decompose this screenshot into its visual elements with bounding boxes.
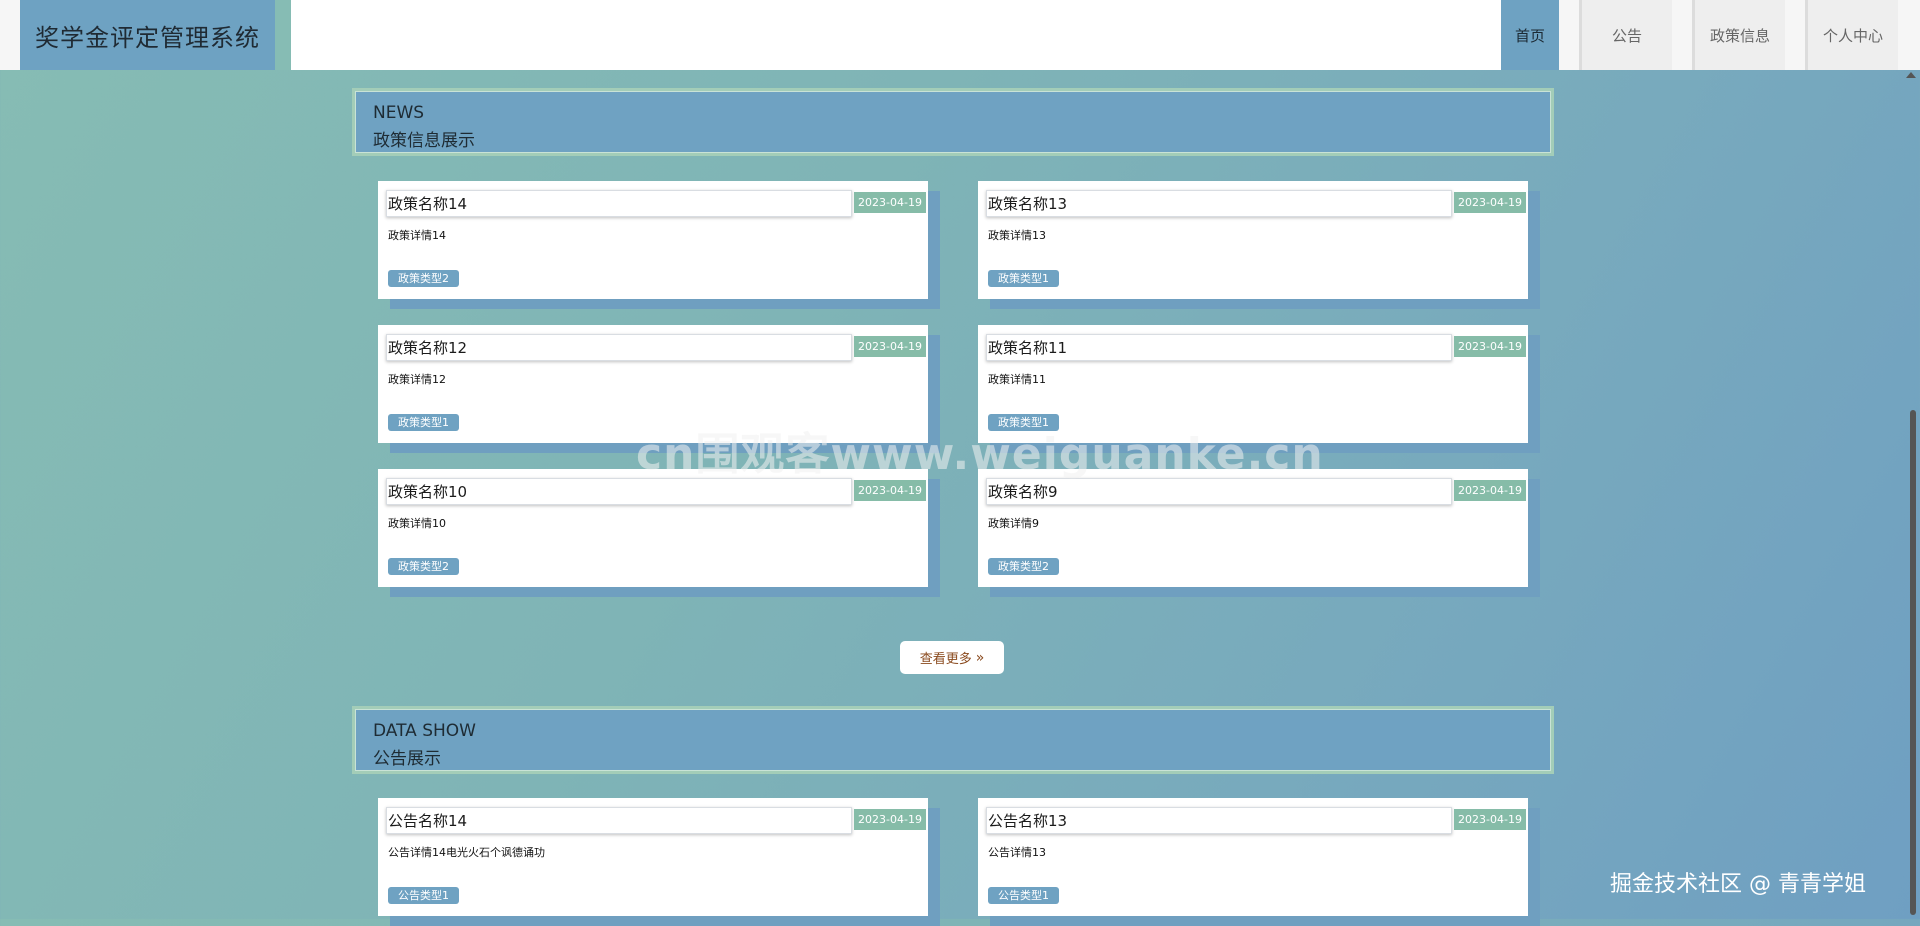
card-detail: 政策详情9: [988, 517, 1039, 530]
main-nav: 首页 公告 政策信息 个人中心: [1501, 0, 1898, 70]
card-title[interactable]: 政策名称10: [386, 478, 852, 505]
news-section-header: NEWS 政策信息展示: [352, 88, 1554, 156]
nav-policy[interactable]: 政策信息: [1692, 0, 1785, 70]
footer-watermark: 掘金技术社区 @ 青青学姐: [1610, 872, 1866, 897]
type-tag: 政策类型2: [388, 558, 459, 575]
type-tag: 政策类型1: [388, 414, 459, 431]
app-title: 奖学金评定管理系统: [20, 0, 275, 70]
type-tag: 政策类型2: [388, 270, 459, 287]
news-section-en-title: NEWS: [373, 103, 425, 123]
view-more-button[interactable]: 查看更多 »: [900, 641, 1004, 674]
watermark-text: cn围观客www.weiguanke.cn: [636, 429, 1324, 480]
nav-personal-center[interactable]: 个人中心: [1805, 0, 1898, 70]
header-divider: [275, 0, 291, 70]
date-badge: 2023-04-19: [854, 336, 926, 357]
scroll-up-icon[interactable]: [1906, 72, 1916, 78]
date-badge: 2023-04-19: [1454, 809, 1526, 830]
policy-card[interactable]: 政策名称10 2023-04-19 政策详情10 政策类型2: [378, 469, 928, 587]
notice-section-title: 公告展示: [373, 749, 441, 769]
date-badge: 2023-04-19: [1454, 336, 1526, 357]
type-tag: 公告类型1: [988, 887, 1059, 904]
scrollbar-thumb[interactable]: [1910, 410, 1916, 915]
notice-section-en-title: DATA SHOW: [373, 721, 476, 741]
notice-card[interactable]: 公告名称13 2023-04-19 公告详情13 公告类型1: [978, 798, 1528, 916]
card-title[interactable]: 政策名称12: [386, 334, 852, 361]
card-title[interactable]: 公告名称13: [986, 807, 1452, 834]
card-title[interactable]: 政策名称11: [986, 334, 1452, 361]
card-title[interactable]: 政策名称9: [986, 478, 1452, 505]
policy-card[interactable]: 政策名称14 2023-04-19 政策详情14 政策类型2: [378, 181, 928, 299]
top-bar: 奖学金评定管理系统 首页 公告 政策信息 个人中心: [0, 0, 1920, 70]
policy-card[interactable]: 政策名称13 2023-04-19 政策详情13 政策类型1: [978, 181, 1528, 299]
card-title[interactable]: 公告名称14: [386, 807, 852, 834]
date-badge: 2023-04-19: [1454, 480, 1526, 501]
notice-section-header: DATA SHOW 公告展示: [352, 706, 1554, 774]
card-title[interactable]: 政策名称14: [386, 190, 852, 217]
card-title[interactable]: 政策名称13: [986, 190, 1452, 217]
notice-card[interactable]: 公告名称14 2023-04-19 公告详情14电光火石个讽德诵功 公告类型1: [378, 798, 928, 916]
news-section-title: 政策信息展示: [373, 131, 475, 151]
card-detail: 政策详情13: [988, 229, 1046, 242]
nav-home[interactable]: 首页: [1501, 0, 1559, 70]
card-detail: 政策详情10: [388, 517, 446, 530]
type-tag: 政策类型2: [988, 558, 1059, 575]
date-badge: 2023-04-19: [854, 192, 926, 213]
type-tag: 公告类型1: [388, 887, 459, 904]
date-badge: 2023-04-19: [1454, 192, 1526, 213]
date-badge: 2023-04-19: [854, 809, 926, 830]
date-badge: 2023-04-19: [854, 480, 926, 501]
card-detail: 公告详情14电光火石个讽德诵功: [388, 846, 545, 859]
double-chevron-right-icon: »: [975, 649, 985, 666]
card-detail: 公告详情13: [988, 846, 1046, 859]
card-detail: 政策详情14: [388, 229, 446, 242]
type-tag: 政策类型1: [988, 270, 1059, 287]
policy-card[interactable]: 政策名称9 2023-04-19 政策详情9 政策类型2: [978, 469, 1528, 587]
header-blank: [291, 0, 1541, 70]
card-detail: 政策详情12: [388, 373, 446, 386]
nav-notice[interactable]: 公告: [1579, 0, 1672, 70]
view-more-label: 查看更多: [919, 652, 972, 667]
card-detail: 政策详情11: [988, 373, 1046, 386]
